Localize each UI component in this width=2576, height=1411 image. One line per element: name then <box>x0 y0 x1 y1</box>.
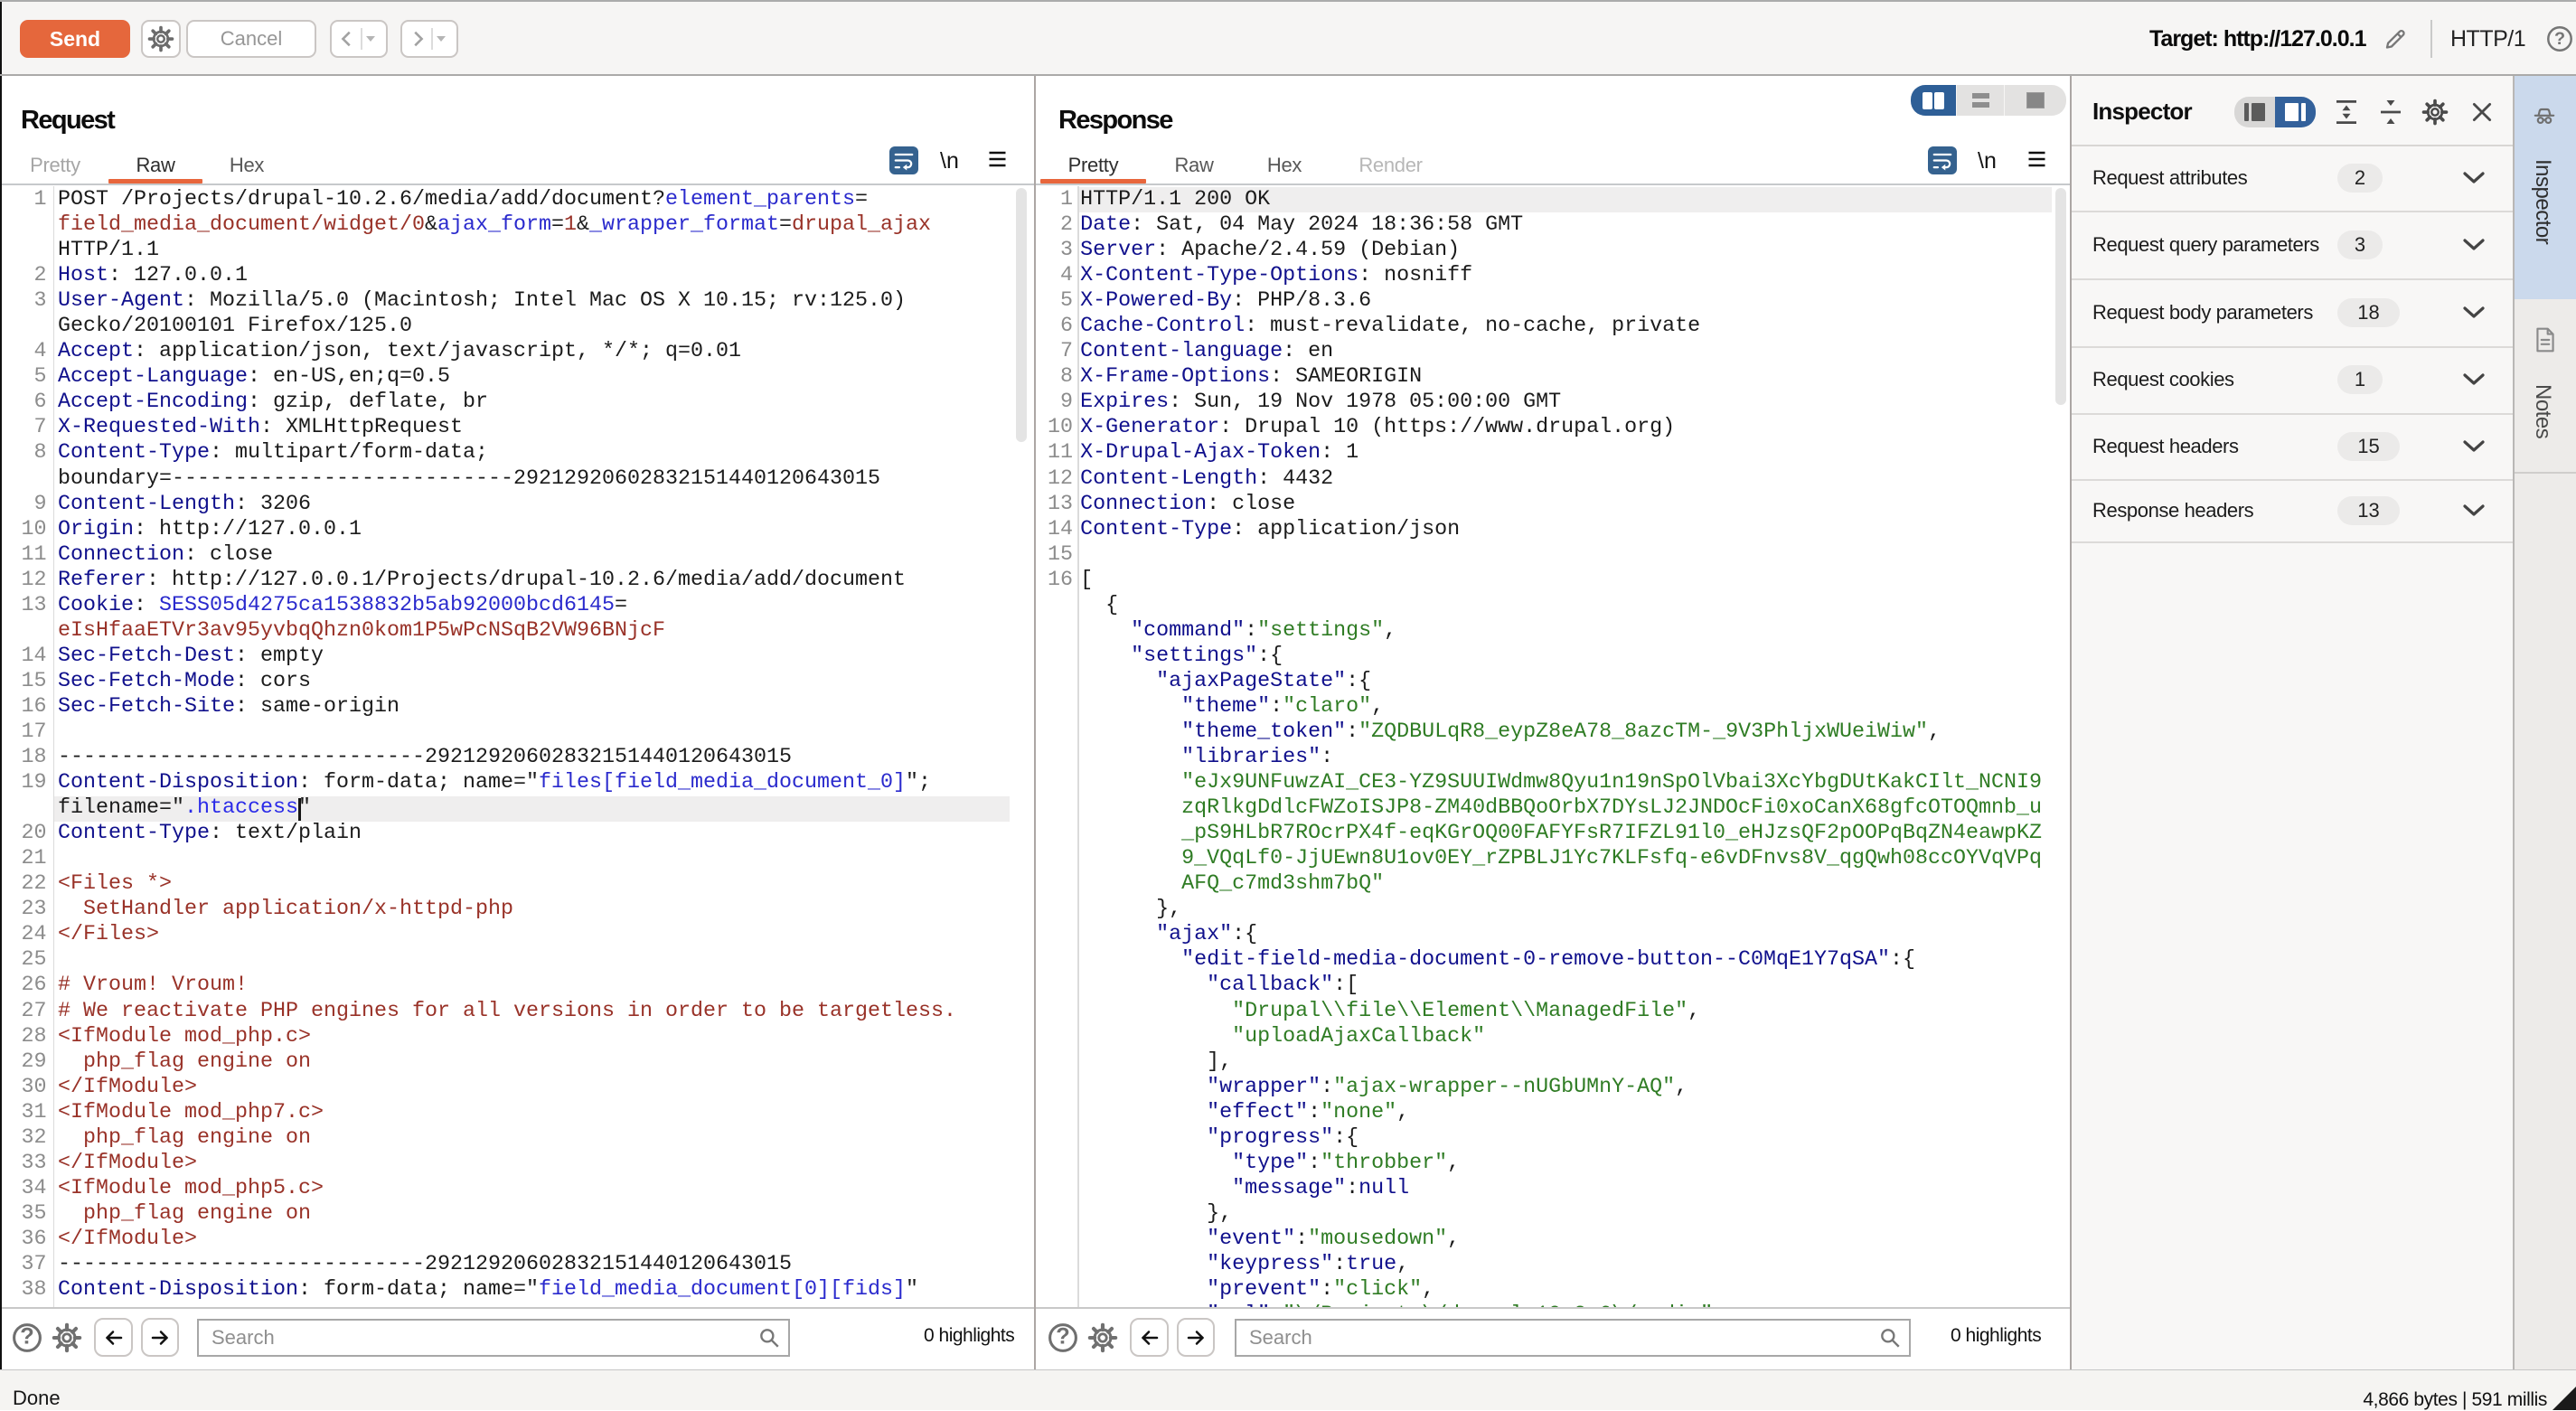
svg-text:?: ? <box>2554 29 2565 49</box>
svg-text:?: ? <box>1056 1324 1069 1350</box>
svg-text:?: ? <box>20 1324 33 1350</box>
